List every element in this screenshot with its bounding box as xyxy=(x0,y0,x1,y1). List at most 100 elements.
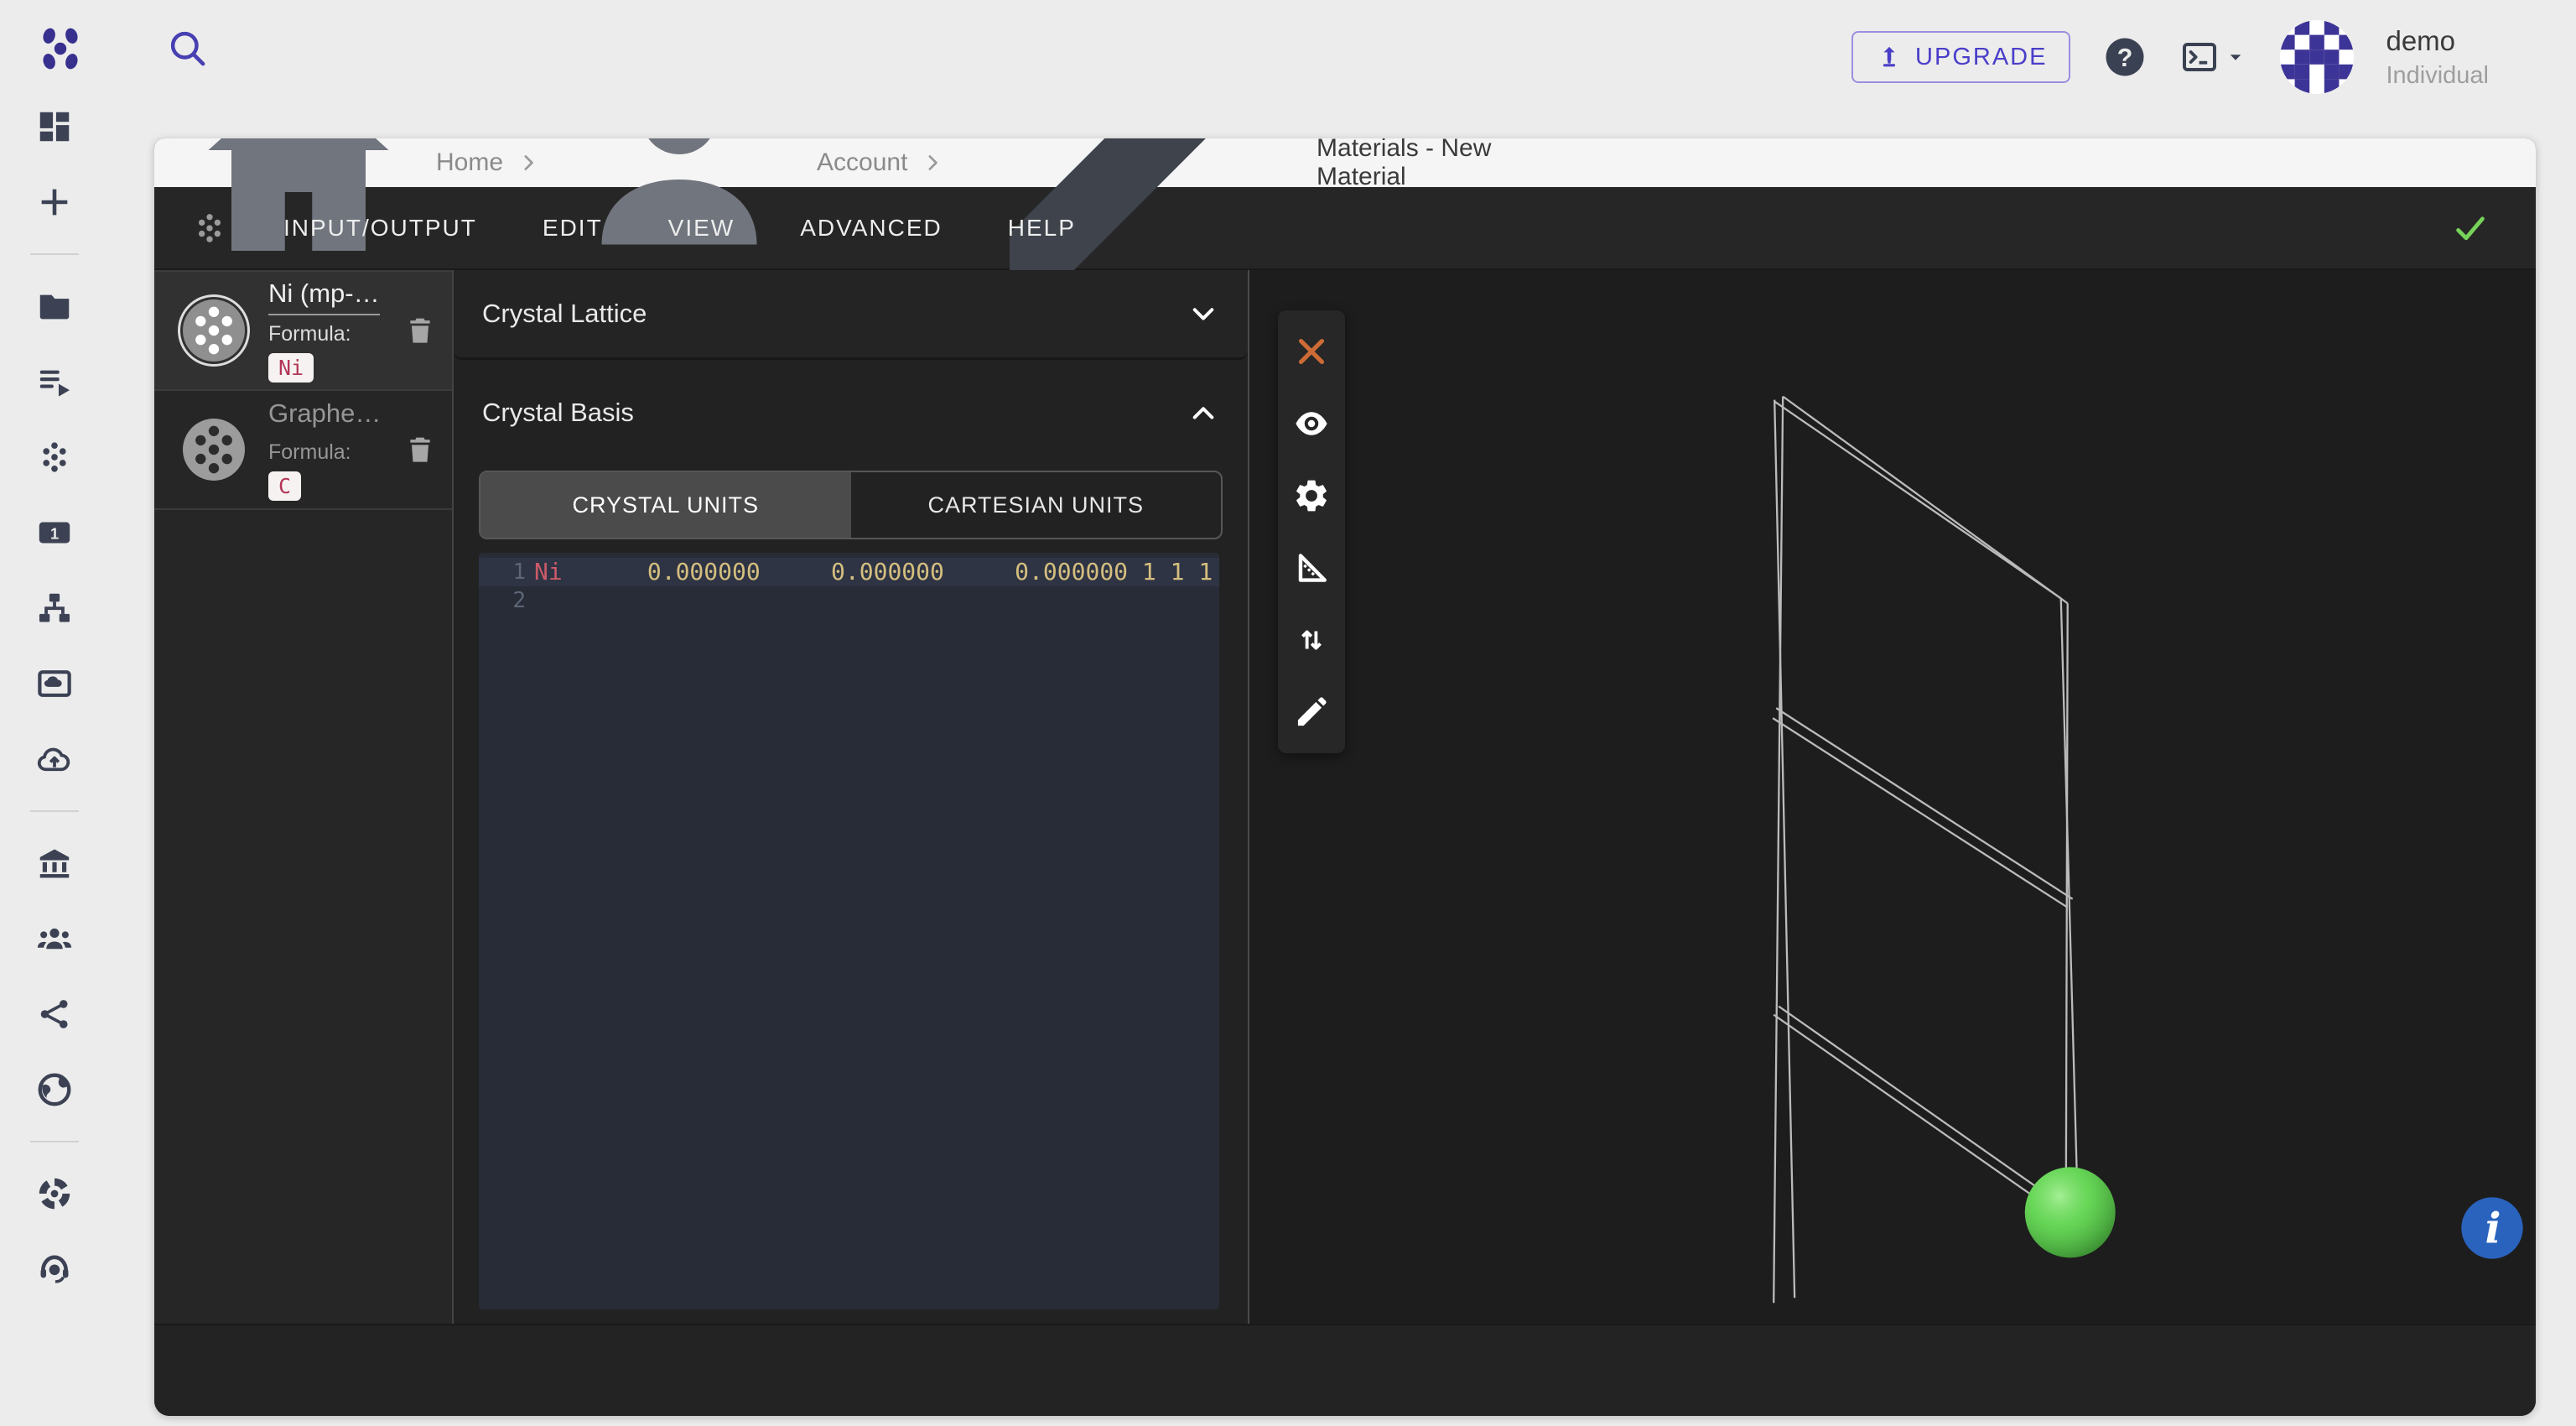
crystal-lattice-title: Crystal Lattice xyxy=(482,299,647,329)
section-crystal-lattice[interactable]: Crystal Lattice xyxy=(454,270,1248,360)
viewer-tool-close[interactable] xyxy=(1292,332,1331,371)
material-list-item[interactable]: Graphe…Formula:C xyxy=(154,391,452,510)
viewer-tool-measure[interactable] xyxy=(1292,549,1331,587)
menu-advanced[interactable]: ADVANCED xyxy=(782,187,961,268)
rail-item-unit[interactable]: 1 xyxy=(35,513,74,552)
bottom-bar xyxy=(154,1324,2536,1416)
pencil-icon xyxy=(1292,693,1331,731)
svg-text:1: 1 xyxy=(50,525,59,542)
folder-icon xyxy=(35,287,74,325)
basis-units-tabs: CRYSTAL UNITSCARTESIAN UNITS xyxy=(479,471,1223,539)
info-button[interactable]: i xyxy=(2459,1194,2526,1262)
rail-item-uploads[interactable] xyxy=(35,740,74,778)
svg-text:i: i xyxy=(2485,1204,2501,1253)
viewer-canvas[interactable] xyxy=(1249,270,2536,1324)
console-button[interactable] xyxy=(2179,37,2248,77)
rail-divider xyxy=(30,810,79,812)
chevron-right-icon xyxy=(921,151,944,174)
chevron-down-icon xyxy=(1187,298,1219,330)
app-logo[interactable] xyxy=(34,22,87,75)
tab-crystal-units[interactable]: CRYSTAL UNITS xyxy=(480,472,851,538)
breadcrumb-label: Account xyxy=(817,148,907,177)
rail-item-media[interactable] xyxy=(35,664,74,703)
left-rail: 1 xyxy=(0,107,109,1288)
identicon xyxy=(2280,20,2354,94)
viewer-tool-visibility[interactable] xyxy=(1292,404,1331,443)
rail-item-help-center[interactable] xyxy=(35,1174,74,1213)
middle-panel: Crystal Lattice Crystal Basis CRYSTAL UN… xyxy=(454,270,1249,1324)
delete-material-button[interactable] xyxy=(403,314,437,347)
delete-material-button[interactable] xyxy=(403,433,437,466)
jobs-icon xyxy=(35,362,74,401)
basis-editor[interactable]: 1Ni 0.000000 0.000000 0.000000 1 1 12 xyxy=(479,553,1219,1309)
line-number: 2 xyxy=(479,586,534,615)
material-list-item[interactable]: Ni (mp-… Formula: Ni xyxy=(154,270,452,391)
viewer-toolbar xyxy=(1278,310,1345,753)
app-root: UPGRADE ? demo Indiv xyxy=(0,0,2576,1426)
material-avatar xyxy=(183,299,245,362)
app-window: Home Account Materials - New Material INPU… xyxy=(154,138,2536,1416)
share-icon xyxy=(35,995,74,1033)
eye-icon xyxy=(1292,404,1331,443)
set-square-icon xyxy=(1292,549,1331,587)
material-avatar xyxy=(183,419,245,481)
viewer-tool-edit[interactable] xyxy=(1292,693,1331,731)
rail-item-workflows[interactable] xyxy=(35,589,74,627)
menu-input-output[interactable]: INPUT/OUTPUT xyxy=(265,187,496,268)
main-row: Ni (mp-… Formula: Ni Graphe…Formula:C Cryst… xyxy=(154,270,2536,1324)
rail-item-support[interactable] xyxy=(35,1250,74,1288)
viewer-tool-settings[interactable] xyxy=(1292,476,1331,515)
breadcrumb-label: Home xyxy=(436,148,503,177)
breadcrumb-label: Materials - New Material xyxy=(1317,138,1493,191)
gear-icon xyxy=(1292,476,1331,515)
trash-icon xyxy=(403,433,437,466)
viewer-tool-swap-axes[interactable] xyxy=(1292,621,1331,659)
user-avatar[interactable] xyxy=(2280,20,2354,94)
swap-icon xyxy=(1292,621,1331,659)
rail-item-public[interactable] xyxy=(35,1070,74,1109)
rail-item-team[interactable] xyxy=(35,919,74,958)
rail-item-jobs[interactable] xyxy=(35,362,74,401)
viewer-3d: i xyxy=(1249,270,2536,1324)
rail-item-dashboard[interactable] xyxy=(35,107,74,146)
help-button[interactable]: ? xyxy=(2102,34,2148,80)
chevron-right-icon xyxy=(921,151,944,174)
tab-cartesian-units[interactable]: CARTESIAN UNITS xyxy=(851,472,1222,538)
headset-icon xyxy=(35,1250,74,1288)
material-title: Graphe… xyxy=(268,398,381,434)
search-button[interactable] xyxy=(164,25,210,70)
menu-view[interactable]: VIEW xyxy=(650,187,754,268)
menu-help[interactable]: HELP xyxy=(989,187,1094,268)
close-icon xyxy=(1292,332,1331,371)
rail-item-projects[interactable] xyxy=(35,287,74,325)
section-crystal-basis[interactable]: Crystal Basis xyxy=(454,367,1248,459)
svg-text:?: ? xyxy=(2117,44,2133,72)
help-icon: ? xyxy=(2102,34,2148,80)
unit-one-icon: 1 xyxy=(35,513,74,552)
save-check-button[interactable] xyxy=(2450,208,2490,248)
material-dots-icon xyxy=(183,419,245,481)
chevron-up-icon xyxy=(1187,397,1219,429)
crystal-basis-title: Crystal Basis xyxy=(482,398,634,428)
user-meta: demo Individual xyxy=(2386,25,2489,90)
formula-label: Formula: xyxy=(268,322,403,346)
menu-edit[interactable]: EDIT xyxy=(524,187,621,268)
people-icon xyxy=(35,919,74,958)
rail-item-materials[interactable] xyxy=(35,438,74,476)
rail-item-organization[interactable] xyxy=(35,844,74,882)
user-plan: Individual xyxy=(2386,62,2489,90)
upgrade-button[interactable]: UPGRADE xyxy=(1852,31,2070,83)
rail-divider xyxy=(30,253,79,255)
formula-chip: Ni xyxy=(268,353,314,383)
material-title: Ni (mp-… xyxy=(268,278,380,315)
rail-item-new[interactable] xyxy=(35,183,74,221)
materials-list: Ni (mp-… Formula: Ni Graphe…Formula:C xyxy=(154,270,454,1324)
code-line: 1Ni 0.000000 0.000000 0.000000 1 1 1 xyxy=(479,558,1219,586)
media-icon xyxy=(35,664,74,703)
terminal-icon xyxy=(2179,37,2220,77)
cloud-upload-icon xyxy=(35,740,74,778)
topbar-right: UPGRADE ? demo Indiv xyxy=(1852,17,2489,97)
rail-item-shared[interactable] xyxy=(35,995,74,1033)
breadcrumb: HomeAccountMaterials - New Material xyxy=(154,138,2536,187)
code-line: 2 xyxy=(479,586,1219,615)
